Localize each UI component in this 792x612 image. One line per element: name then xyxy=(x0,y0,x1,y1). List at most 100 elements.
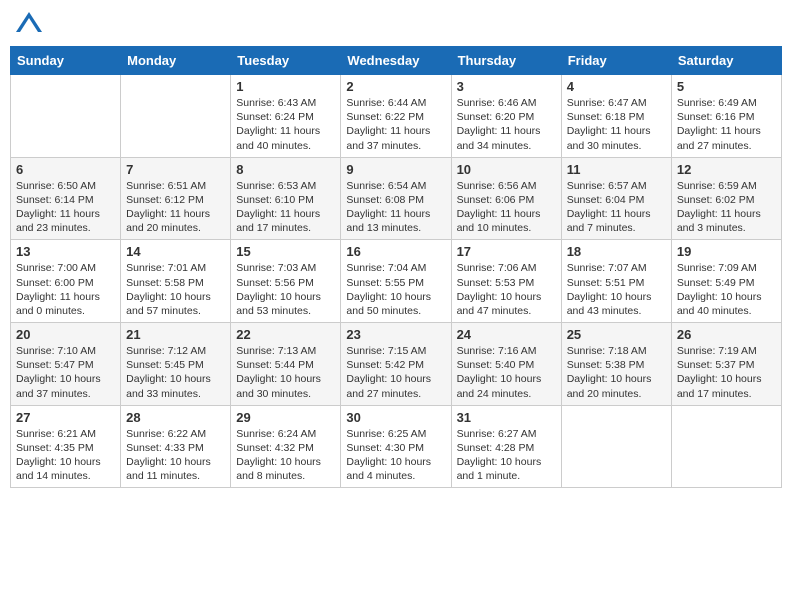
calendar-week-row: 1 Sunrise: 6:43 AM Sunset: 6:24 PM Daylig… xyxy=(11,75,782,158)
day-of-week-header: Tuesday xyxy=(231,47,341,75)
day-number: 3 xyxy=(457,79,556,94)
calendar-cell: 11 Sunrise: 6:57 AM Sunset: 6:04 PM Dayli… xyxy=(561,157,671,240)
day-info: Sunrise: 6:49 AM Sunset: 6:16 PM Dayligh… xyxy=(677,96,776,153)
day-of-week-header: Sunday xyxy=(11,47,121,75)
day-info: Sunrise: 7:12 AM Sunset: 5:45 PM Dayligh… xyxy=(126,344,225,401)
calendar-cell: 15 Sunrise: 7:03 AM Sunset: 5:56 PM Dayli… xyxy=(231,240,341,323)
day-number: 27 xyxy=(16,410,115,425)
day-number: 5 xyxy=(677,79,776,94)
day-number: 26 xyxy=(677,327,776,342)
day-number: 6 xyxy=(16,162,115,177)
day-info: Sunrise: 6:54 AM Sunset: 6:08 PM Dayligh… xyxy=(346,179,445,236)
day-info: Sunrise: 6:51 AM Sunset: 6:12 PM Dayligh… xyxy=(126,179,225,236)
calendar-cell: 31 Sunrise: 6:27 AM Sunset: 4:28 PM Dayli… xyxy=(451,405,561,488)
day-of-week-header: Thursday xyxy=(451,47,561,75)
day-info: Sunrise: 6:27 AM Sunset: 4:28 PM Dayligh… xyxy=(457,427,556,484)
day-info: Sunrise: 6:24 AM Sunset: 4:32 PM Dayligh… xyxy=(236,427,335,484)
logo xyxy=(14,10,48,40)
calendar-cell: 12 Sunrise: 6:59 AM Sunset: 6:02 PM Dayli… xyxy=(671,157,781,240)
day-number: 9 xyxy=(346,162,445,177)
day-number: 4 xyxy=(567,79,666,94)
calendar-cell: 9 Sunrise: 6:54 AM Sunset: 6:08 PM Daylig… xyxy=(341,157,451,240)
day-number: 23 xyxy=(346,327,445,342)
calendar-cell xyxy=(121,75,231,158)
calendar-cell: 22 Sunrise: 7:13 AM Sunset: 5:44 PM Dayli… xyxy=(231,323,341,406)
day-of-week-header: Wednesday xyxy=(341,47,451,75)
page-header xyxy=(10,10,782,40)
calendar-cell: 26Sunrise: 7:19 AM Sunset: 5:37 PM Dayli… xyxy=(671,323,781,406)
day-info: Sunrise: 7:15 AM Sunset: 5:42 PM Dayligh… xyxy=(346,344,445,401)
day-number: 31 xyxy=(457,410,556,425)
day-info: Sunrise: 7:10 AM Sunset: 5:47 PM Dayligh… xyxy=(16,344,115,401)
calendar-cell: 21Sunrise: 7:12 AM Sunset: 5:45 PM Dayli… xyxy=(121,323,231,406)
day-number: 18 xyxy=(567,244,666,259)
day-info: Sunrise: 7:07 AM Sunset: 5:51 PM Dayligh… xyxy=(567,261,666,318)
day-info: Sunrise: 7:09 AM Sunset: 5:49 PM Dayligh… xyxy=(677,261,776,318)
calendar-cell: 2 Sunrise: 6:44 AM Sunset: 6:22 PM Daylig… xyxy=(341,75,451,158)
calendar-cell: 4 Sunrise: 6:47 AM Sunset: 6:18 PM Daylig… xyxy=(561,75,671,158)
day-info: Sunrise: 7:16 AM Sunset: 5:40 PM Dayligh… xyxy=(457,344,556,401)
calendar-cell: 28 Sunrise: 6:22 AM Sunset: 4:33 PM Dayli… xyxy=(121,405,231,488)
day-info: Sunrise: 7:01 AM Sunset: 5:58 PM Dayligh… xyxy=(126,261,225,318)
day-info: Sunrise: 6:22 AM Sunset: 4:33 PM Dayligh… xyxy=(126,427,225,484)
calendar-cell xyxy=(671,405,781,488)
day-info: Sunrise: 7:00 AM Sunset: 6:00 PM Dayligh… xyxy=(16,261,115,318)
logo-icon xyxy=(14,10,44,40)
day-info: Sunrise: 6:56 AM Sunset: 6:06 PM Dayligh… xyxy=(457,179,556,236)
day-number: 12 xyxy=(677,162,776,177)
calendar-cell: 20 Sunrise: 7:10 AM Sunset: 5:47 PM Dayli… xyxy=(11,323,121,406)
calendar-week-row: 27 Sunrise: 6:21 AM Sunset: 4:35 PM Dayli… xyxy=(11,405,782,488)
day-number: 10 xyxy=(457,162,556,177)
calendar-cell: 30 Sunrise: 6:25 AM Sunset: 4:30 PM Dayli… xyxy=(341,405,451,488)
day-info: Sunrise: 6:53 AM Sunset: 6:10 PM Dayligh… xyxy=(236,179,335,236)
day-info: Sunrise: 6:43 AM Sunset: 6:24 PM Dayligh… xyxy=(236,96,335,153)
day-info: Sunrise: 6:21 AM Sunset: 4:35 PM Dayligh… xyxy=(16,427,115,484)
day-number: 17 xyxy=(457,244,556,259)
day-info: Sunrise: 7:04 AM Sunset: 5:55 PM Dayligh… xyxy=(346,261,445,318)
day-info: Sunrise: 6:44 AM Sunset: 6:22 PM Dayligh… xyxy=(346,96,445,153)
day-number: 14 xyxy=(126,244,225,259)
calendar-header-row: SundayMondayTuesdayWednesdayThursdayFrid… xyxy=(11,47,782,75)
day-number: 28 xyxy=(126,410,225,425)
calendar-cell: 25 Sunrise: 7:18 AM Sunset: 5:38 PM Dayli… xyxy=(561,323,671,406)
calendar-cell: 14 Sunrise: 7:01 AM Sunset: 5:58 PM Dayli… xyxy=(121,240,231,323)
calendar-cell: 5 Sunrise: 6:49 AM Sunset: 6:16 PM Daylig… xyxy=(671,75,781,158)
calendar-cell: 8 Sunrise: 6:53 AM Sunset: 6:10 PM Daylig… xyxy=(231,157,341,240)
calendar-cell: 7 Sunrise: 6:51 AM Sunset: 6:12 PM Daylig… xyxy=(121,157,231,240)
calendar-cell: 23 Sunrise: 7:15 AM Sunset: 5:42 PM Dayli… xyxy=(341,323,451,406)
day-number: 7 xyxy=(126,162,225,177)
day-number: 30 xyxy=(346,410,445,425)
calendar-cell: 27 Sunrise: 6:21 AM Sunset: 4:35 PM Dayli… xyxy=(11,405,121,488)
calendar-cell: 17Sunrise: 7:06 AM Sunset: 5:53 PM Dayli… xyxy=(451,240,561,323)
day-info: Sunrise: 6:47 AM Sunset: 6:18 PM Dayligh… xyxy=(567,96,666,153)
day-number: 13 xyxy=(16,244,115,259)
calendar-cell: 19Sunrise: 7:09 AM Sunset: 5:49 PM Dayli… xyxy=(671,240,781,323)
calendar-cell: 13 Sunrise: 7:00 AM Sunset: 6:00 PM Dayli… xyxy=(11,240,121,323)
day-number: 20 xyxy=(16,327,115,342)
calendar-cell: 3Sunrise: 6:46 AM Sunset: 6:20 PM Daylig… xyxy=(451,75,561,158)
day-number: 2 xyxy=(346,79,445,94)
day-info: Sunrise: 6:25 AM Sunset: 4:30 PM Dayligh… xyxy=(346,427,445,484)
day-number: 16 xyxy=(346,244,445,259)
day-info: Sunrise: 7:03 AM Sunset: 5:56 PM Dayligh… xyxy=(236,261,335,318)
day-info: Sunrise: 6:50 AM Sunset: 6:14 PM Dayligh… xyxy=(16,179,115,236)
day-info: Sunrise: 6:59 AM Sunset: 6:02 PM Dayligh… xyxy=(677,179,776,236)
calendar-week-row: 6 Sunrise: 6:50 AM Sunset: 6:14 PM Daylig… xyxy=(11,157,782,240)
calendar-week-row: 20 Sunrise: 7:10 AM Sunset: 5:47 PM Dayli… xyxy=(11,323,782,406)
calendar-cell xyxy=(561,405,671,488)
day-number: 15 xyxy=(236,244,335,259)
day-info: Sunrise: 7:13 AM Sunset: 5:44 PM Dayligh… xyxy=(236,344,335,401)
day-number: 29 xyxy=(236,410,335,425)
day-number: 11 xyxy=(567,162,666,177)
day-info: Sunrise: 6:57 AM Sunset: 6:04 PM Dayligh… xyxy=(567,179,666,236)
day-of-week-header: Friday xyxy=(561,47,671,75)
calendar-cell: 1 Sunrise: 6:43 AM Sunset: 6:24 PM Daylig… xyxy=(231,75,341,158)
calendar: SundayMondayTuesdayWednesdayThursdayFrid… xyxy=(10,46,782,488)
day-number: 1 xyxy=(236,79,335,94)
day-number: 25 xyxy=(567,327,666,342)
calendar-cell: 16 Sunrise: 7:04 AM Sunset: 5:55 PM Dayli… xyxy=(341,240,451,323)
day-number: 8 xyxy=(236,162,335,177)
day-of-week-header: Monday xyxy=(121,47,231,75)
day-info: Sunrise: 7:18 AM Sunset: 5:38 PM Dayligh… xyxy=(567,344,666,401)
day-number: 22 xyxy=(236,327,335,342)
